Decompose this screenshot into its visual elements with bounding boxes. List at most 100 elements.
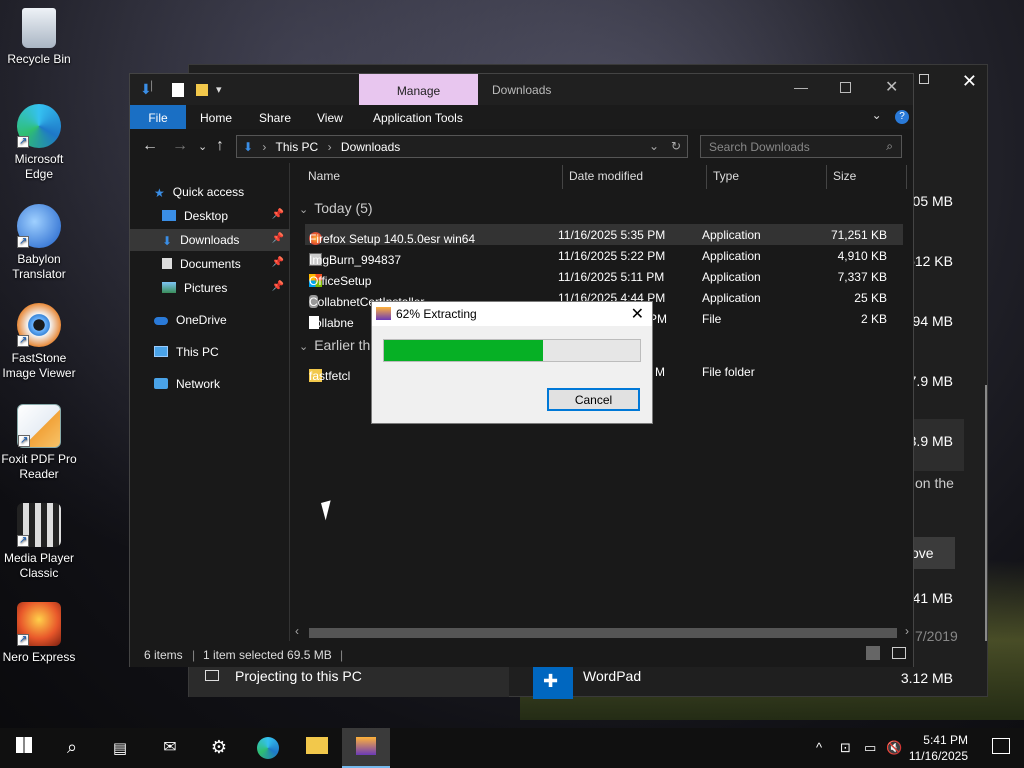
nav-onedrive[interactable]: OneDrive <box>154 309 284 331</box>
pictures-icon <box>162 282 176 293</box>
back-icon[interactable]: ← <box>142 137 158 155</box>
dialog-title-bar[interactable]: 62% Extracting ✕ <box>372 302 652 326</box>
scrollbar[interactable] <box>985 385 987 641</box>
tab-manage[interactable]: Manage <box>359 74 478 105</box>
refresh-icon[interactable]: ↻ <box>671 139 681 153</box>
pin-icon[interactable]: 📌 <box>272 209 284 220</box>
desktop-icon-mpc[interactable]: Media Player Classic <box>0 503 78 581</box>
search-input[interactable]: Search Downloads ⌕ <box>700 135 902 158</box>
cancel-button[interactable]: Cancel <box>547 388 640 411</box>
details-view-icon[interactable] <box>866 646 880 660</box>
group-header-earlier[interactable]: ⌄ Earlier th <box>299 337 370 353</box>
help-icon[interactable]: ? <box>895 110 909 124</box>
desktop-icon-edge[interactable]: Microsoft Edge <box>0 104 78 182</box>
extractor-taskbar-button[interactable] <box>342 728 390 768</box>
chevron-up-icon[interactable]: ^ <box>816 740 822 755</box>
up-icon[interactable]: ↑ <box>216 137 224 155</box>
extract-dialog[interactable]: 62% Extracting ✕ Cancel <box>371 301 653 424</box>
nav-label: Desktop <box>184 209 229 223</box>
recent-locations-icon[interactable]: ⌄ <box>198 140 207 153</box>
close-icon[interactable]: ✕ <box>631 304 644 324</box>
tab-home[interactable]: Home <box>200 105 232 129</box>
settings-button[interactable]: ⚙ <box>195 728 243 768</box>
babylon-icon <box>17 204 61 249</box>
desktop-icon-faststone[interactable]: FastStone Image Viewer <box>0 303 78 381</box>
volume-muted-icon[interactable]: 🔇 <box>886 740 902 756</box>
maximize-icon[interactable] <box>919 74 929 84</box>
start-button[interactable] <box>0 728 48 768</box>
scroll-right-icon[interactable]: › <box>905 624 909 638</box>
properties-icon[interactable] <box>172 83 184 97</box>
desktop-icon-foxit[interactable]: Foxit PDF Pro Reader <box>0 404 78 482</box>
scroll-left-icon[interactable]: ‹ <box>295 624 299 638</box>
column-separator[interactable] <box>562 165 563 189</box>
pin-icon[interactable]: 📌 <box>272 257 284 268</box>
mail-icon: ✉ <box>163 739 177 756</box>
close-icon[interactable]: ✕ <box>962 71 977 92</box>
group-header-today[interactable]: ⌄ Today (5) <box>299 200 373 216</box>
nav-pictures[interactable]: Pictures 📌 <box>130 277 290 299</box>
search-button[interactable]: ⌕ <box>48 728 96 768</box>
breadcrumb-this-pc[interactable]: This PC <box>276 140 319 154</box>
forward-icon[interactable]: → <box>172 137 188 155</box>
address-bar[interactable]: ⬇ › This PC › Downloads ⌄ ↻ <box>236 135 688 158</box>
large-icons-view-icon[interactable] <box>892 647 906 659</box>
meet-now-icon[interactable]: ⊡ <box>840 740 851 756</box>
search-icon: ⌕ <box>66 737 78 757</box>
task-view-button[interactable]: ▤ <box>96 728 144 768</box>
column-size[interactable]: Size <box>833 169 856 183</box>
customize-quick-access-icon[interactable]: ▾ <box>216 83 222 96</box>
nav-desktop[interactable]: Desktop 📌 <box>130 205 290 227</box>
search-placeholder: Search Downloads <box>709 140 810 154</box>
wordpad-label[interactable]: WordPad <box>583 668 641 684</box>
pin-icon[interactable]: 📌 <box>272 233 284 244</box>
file-explorer-taskbar-button[interactable] <box>293 728 341 768</box>
expand-ribbon-icon[interactable]: ⌄ <box>872 108 882 122</box>
column-type[interactable]: Type <box>713 169 739 183</box>
maximize-icon[interactable] <box>840 82 851 93</box>
address-dropdown-icon[interactable]: ⌄ <box>649 139 659 153</box>
file-type: Application <box>702 249 761 263</box>
nav-quick-access[interactable]: ★ Quick access <box>154 181 284 203</box>
horizontal-scrollbar[interactable]: ‹ › <box>291 624 913 640</box>
selection-info: 1 item selected 69.5 MB <box>203 648 332 662</box>
taskbar: ⌕ ▤ ✉ ⚙ ^ ⊡ ▭ 🔇 5:41 PM 11/16/2025 <box>0 728 1024 768</box>
title-bar[interactable]: ⬇ | ▾ Manage Downloads — ✕ <box>130 74 913 105</box>
tab-share[interactable]: Share <box>259 105 291 129</box>
tab-file[interactable]: File <box>130 105 186 129</box>
column-separator[interactable] <box>906 165 907 189</box>
file-row[interactable]: OfficeSetup 11/16/2025 5:11 PM Applicati… <box>305 266 903 288</box>
desktop-icon-nero[interactable]: Nero Express <box>0 602 78 665</box>
file-row[interactable]: Firefox Setup 140.5.0esr win64 11/16/202… <box>305 224 903 246</box>
new-folder-icon[interactable] <box>196 84 208 96</box>
column-separator[interactable] <box>826 165 827 189</box>
desktop-icon-recycle-bin[interactable]: Recycle Bin <box>0 8 78 67</box>
minimize-icon[interactable]: — <box>794 79 808 95</box>
column-date-modified[interactable]: Date modified <box>569 169 643 183</box>
column-separator[interactable] <box>706 165 707 189</box>
nav-documents[interactable]: Documents 📌 <box>130 253 290 275</box>
network-status-icon[interactable]: ▭ <box>864 740 876 756</box>
breadcrumb-downloads[interactable]: Downloads <box>341 140 400 154</box>
edge-taskbar-button[interactable] <box>244 728 292 768</box>
pin-icon[interactable]: 📌 <box>272 281 284 292</box>
download-arrow-icon: ⬇ <box>243 140 254 154</box>
nav-network[interactable]: Network <box>154 373 284 395</box>
file-size: 4,910 KB <box>837 249 887 263</box>
nav-this-pc[interactable]: This PC <box>154 341 284 363</box>
nav-downloads[interactable]: ⬇ Downloads 📌 <box>130 229 290 251</box>
notification-icon[interactable] <box>992 738 1010 754</box>
scrollbar-thumb[interactable] <box>309 628 897 638</box>
mail-button[interactable]: ✉ <box>146 728 194 768</box>
navigation-pane: ★ Quick access Desktop 📌 ⬇ Downloads 📌 Docum… <box>130 163 290 641</box>
clock[interactable]: 5:41 PM 11/16/2025 <box>909 732 968 764</box>
faststone-icon <box>17 303 61 348</box>
column-name[interactable]: Name <box>308 169 340 183</box>
desktop-icon-babylon[interactable]: Babylon Translator <box>0 204 78 282</box>
file-row[interactable]: ImgBurn_994837 11/16/2025 5:22 PM Applic… <box>305 245 903 267</box>
download-arrow-icon: ⬇ <box>162 234 173 248</box>
action-button-fragment[interactable]: ove <box>909 537 955 569</box>
tab-view[interactable]: View <box>317 105 343 129</box>
close-icon[interactable]: ✕ <box>885 77 898 97</box>
tab-application-tools[interactable]: Application Tools <box>373 105 463 129</box>
